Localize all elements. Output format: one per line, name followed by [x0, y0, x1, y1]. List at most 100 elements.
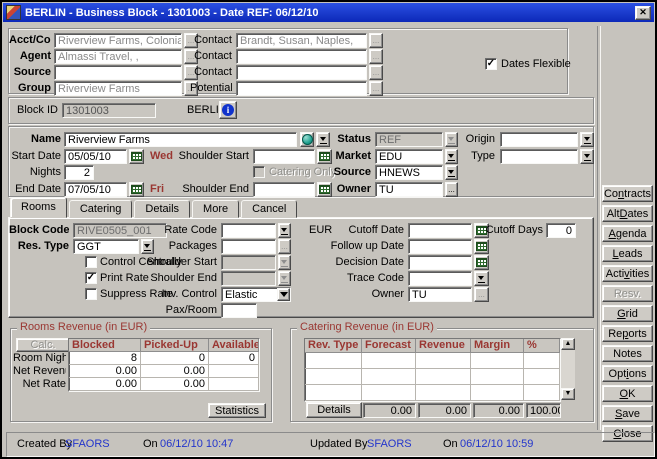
close-icon[interactable]: ✕ [635, 6, 651, 20]
column-header: % [524, 339, 560, 353]
origin-field[interactable] [500, 132, 578, 147]
trace-code-lov-button[interactable] [474, 271, 489, 286]
property-info-button[interactable]: i [219, 101, 237, 119]
cutoff-date-field[interactable] [408, 223, 472, 238]
details-button[interactable]: Details [306, 402, 362, 418]
tab-rooms[interactable]: Rooms [10, 197, 67, 218]
statistics-button[interactable]: Statistics [208, 403, 266, 418]
column-header: Revenue [416, 339, 471, 353]
account-field[interactable]: Riverview Farms [54, 81, 182, 96]
calc-button: Calc. [16, 338, 70, 352]
owner-field[interactable]: TU [375, 182, 443, 197]
rooms-revenue-table: BlockedPicked-UpAvailable8000.000.000.00… [68, 338, 260, 392]
leads-button[interactable]: Leads [602, 245, 653, 262]
options-button[interactable]: Options [602, 365, 653, 382]
account-field[interactable] [54, 65, 182, 80]
status-label: Status [315, 132, 371, 147]
followup-date-calendar-button[interactable] [474, 239, 489, 254]
contact-field[interactable] [236, 49, 367, 64]
table-cell [471, 353, 524, 369]
cutoff-date-label: Cutoff Date [304, 223, 404, 238]
account-field[interactable]: Almassi Travel, , [54, 49, 182, 64]
end-date-calendar-button[interactable] [129, 182, 144, 197]
dates-flexible-checkbox[interactable]: ✓ [485, 58, 497, 70]
rate-code-lov-button[interactable] [278, 223, 291, 238]
source-field[interactable]: HNEWS [375, 165, 443, 180]
packages-ellipsis-button[interactable]: ... [278, 239, 291, 254]
contact-field[interactable]: Brandt, Susan, Naples, [236, 33, 367, 48]
tab-catering[interactable]: Catering [69, 200, 133, 218]
start-date-field[interactable]: 05/05/10 [64, 149, 127, 164]
source-lov-button[interactable] [445, 165, 458, 180]
rt-owner-label: Owner [304, 287, 404, 302]
total-field: 100.00 [526, 403, 561, 418]
tab-details[interactable]: Details [134, 200, 190, 218]
checkbox-print-rate[interactable]: ✓ [85, 272, 97, 284]
name-field[interactable]: Riverview Farms [64, 132, 297, 147]
table-cell [524, 369, 560, 385]
nights-field[interactable]: 2 [64, 165, 94, 180]
rt-owner-ellipsis-button[interactable]: ... [474, 287, 489, 302]
agenda-button[interactable]: Agenda [602, 225, 653, 242]
cutoff-days-field[interactable]: 0 [546, 223, 576, 238]
start-date-calendar-button[interactable] [129, 149, 144, 164]
tab-cancel[interactable]: Cancel [241, 200, 297, 218]
followup-date-field[interactable] [408, 239, 472, 254]
name-globe-button[interactable] [300, 132, 314, 147]
ok-button[interactable]: OK [602, 385, 653, 402]
contracts-button[interactable]: Contracts [602, 185, 653, 202]
alt-dates-button[interactable]: Alt Dates [602, 205, 653, 222]
inv-control-dropdown-button[interactable] [277, 288, 290, 301]
reports-button[interactable]: Reports [602, 325, 653, 342]
total-field: 0.00 [418, 403, 471, 418]
catering-table-scrollbar[interactable]: ▲ ▼ [561, 338, 575, 400]
decision-date-calendar-button[interactable] [474, 255, 489, 270]
column-header: Rev. Type [305, 339, 362, 353]
save-button[interactable]: Save [602, 405, 653, 422]
trace-code-label: Trace Code [304, 271, 404, 286]
checkbox-suppress-rate[interactable] [85, 288, 97, 300]
end-date-field[interactable]: 07/05/10 [64, 182, 127, 197]
statusbar: Created By SFAORS On 06/12/10 10:47 Upda… [6, 432, 655, 457]
type-field[interactable] [500, 149, 578, 164]
account-field[interactable]: Riverview Farms, Colonia, 477 550-38 [54, 33, 182, 48]
status-field: REF [375, 132, 443, 147]
packages-field[interactable] [221, 239, 276, 254]
contact-ellipsis-button[interactable]: ... [369, 33, 383, 48]
scroll-up-icon[interactable]: ▲ [561, 338, 575, 350]
titlebar: BERLIN - Business Block - 1301003 - Date… [3, 3, 654, 22]
chevron-down-icon [280, 292, 288, 297]
contact-ellipsis-button[interactable]: ... [369, 65, 383, 80]
activities-button[interactable]: Activities [602, 265, 653, 282]
market-label: Market [315, 149, 371, 164]
table-cell [524, 385, 560, 401]
owner-ellipsis-button[interactable]: ... [445, 182, 458, 197]
trace-code-field[interactable] [408, 271, 472, 286]
contact-ellipsis-button[interactable]: ... [369, 81, 383, 96]
source-label: Source [315, 165, 371, 180]
checkbox-control-centrally[interactable] [85, 256, 97, 268]
decision-date-field[interactable] [408, 255, 472, 270]
rt-owner-field[interactable]: TU [408, 287, 472, 302]
type-lov-button[interactable] [580, 149, 594, 164]
origin-lov-button[interactable] [580, 132, 594, 147]
tab-more[interactable]: More [192, 200, 239, 218]
globe-icon [302, 134, 313, 145]
pax-room-field[interactable] [221, 303, 257, 318]
contact-field[interactable] [236, 65, 367, 80]
lov-arrow-icon [478, 275, 485, 283]
contact-field[interactable] [236, 81, 367, 96]
shoulder-start-field[interactable] [253, 149, 315, 164]
rate-code-field[interactable] [221, 223, 276, 238]
contact-ellipsis-button[interactable]: ... [369, 49, 383, 64]
rooms-revenue-group: Rooms Revenue (in EUR) Calc. Room Nights… [10, 328, 272, 422]
grid-button[interactable]: Grid [602, 305, 653, 322]
shoulder-end-field[interactable] [253, 182, 315, 197]
market-field[interactable]: EDU [375, 149, 443, 164]
scroll-down-icon[interactable]: ▼ [561, 388, 575, 400]
resv--button: Resv. [602, 285, 653, 302]
type-label: Type [437, 149, 495, 164]
total-field: 0.00 [363, 403, 416, 418]
block-code-label: Block Code [9, 223, 69, 238]
notes-button[interactable]: Notes [602, 345, 653, 362]
